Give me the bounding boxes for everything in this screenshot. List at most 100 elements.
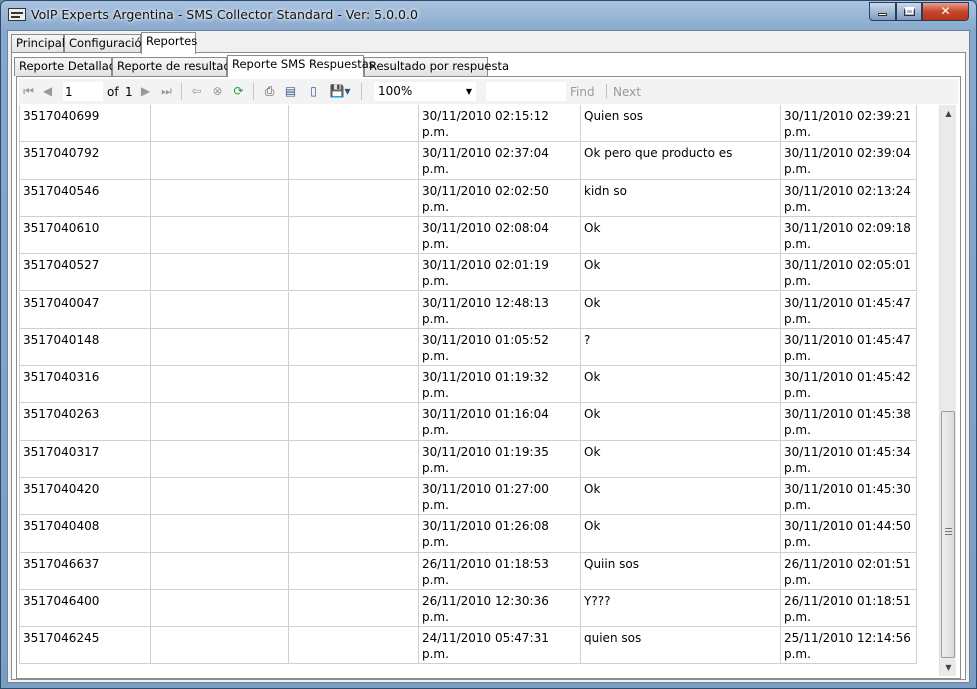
col3-cell bbox=[289, 291, 419, 328]
col3-cell bbox=[289, 478, 419, 515]
col3-cell bbox=[289, 515, 419, 552]
response-text-cell: ? bbox=[581, 328, 781, 366]
received-date-cell: 30/11/2010 02:39:04 p.m. bbox=[781, 142, 917, 179]
stop-icon[interactable]: ⊗ bbox=[210, 84, 225, 99]
tab-reporte-detallado[interactable]: Reporte Detallado bbox=[14, 57, 123, 76]
col2-cell bbox=[151, 216, 289, 254]
title-bar[interactable]: VoIP Experts Argentina - SMS Collector S… bbox=[1, 1, 976, 29]
minimize-button[interactable] bbox=[869, 2, 896, 21]
col2-cell bbox=[151, 440, 289, 477]
scroll-down-icon[interactable]: ▼ bbox=[940, 659, 957, 676]
back-icon[interactable]: ⇦ bbox=[189, 84, 204, 99]
phone-cell: 3517046637 bbox=[19, 552, 151, 589]
export-icon[interactable]: 💾▾ bbox=[329, 84, 351, 99]
tab-label: Reporte Detallado bbox=[19, 59, 124, 73]
received-date-cell: 26/11/2010 01:18:51 p.m. bbox=[781, 589, 917, 627]
table-row: 3517040263 30/11/2010 01:16:04 p.m. Ok 30/1… bbox=[19, 403, 917, 441]
table-row: 3517040610 30/11/2010 02:08:04 p.m. Ok 30/1… bbox=[19, 216, 917, 255]
client-area: Principal Configuración Reportes Reporte… bbox=[7, 30, 970, 683]
toolbar-separator bbox=[361, 83, 362, 100]
table-row: 3517040420 30/11/2010 01:27:00 p.m. Ok 30/1… bbox=[19, 478, 917, 516]
tab-label: Principal bbox=[16, 36, 66, 50]
response-text-cell: Ok bbox=[581, 216, 781, 254]
tab-label: Reporte de resultados bbox=[117, 59, 244, 73]
sent-date-cell: 30/11/2010 02:08:04 p.m. bbox=[419, 216, 581, 254]
find-input[interactable] bbox=[486, 82, 566, 101]
phone-cell: 3517040316 bbox=[19, 366, 151, 403]
col3-cell bbox=[289, 627, 419, 664]
last-page-icon[interactable]: ⏭ bbox=[159, 84, 174, 99]
sent-date-cell: 30/11/2010 12:48:13 p.m. bbox=[419, 291, 581, 328]
table-row: 3517046245 24/11/2010 05:47:31 p.m. quien … bbox=[19, 627, 917, 665]
phone-cell: 3517040792 bbox=[19, 142, 151, 179]
scroll-up-icon[interactable]: ▲ bbox=[940, 105, 957, 122]
next-page-icon[interactable]: ▶ bbox=[138, 84, 153, 99]
response-text-cell: kidn so bbox=[581, 179, 781, 216]
sent-date-cell: 30/11/2010 01:27:00 p.m. bbox=[419, 478, 581, 515]
table-row: 3517040792 30/11/2010 02:37:04 p.m. Ok per… bbox=[19, 142, 917, 180]
close-icon: ✕ bbox=[940, 4, 951, 18]
col2-cell bbox=[151, 627, 289, 664]
reportes-panel: Reporte Detallado Reporte de resultados … bbox=[11, 52, 966, 680]
col2-cell bbox=[151, 478, 289, 515]
page-number-input[interactable] bbox=[63, 82, 103, 101]
received-date-cell: 30/11/2010 01:45:34 p.m. bbox=[781, 440, 917, 477]
tab-principal[interactable]: Principal bbox=[11, 34, 66, 53]
sent-date-cell: 30/11/2010 01:05:52 p.m. bbox=[419, 328, 581, 366]
phone-cell: 3517040527 bbox=[19, 254, 151, 291]
tab-resultado-por-respuesta[interactable]: Resultado por respuesta bbox=[364, 57, 509, 76]
sent-date-cell: 30/11/2010 02:37:04 p.m. bbox=[419, 142, 581, 179]
response-text-cell: Ok bbox=[581, 291, 781, 328]
tab-configuracion[interactable]: Configuración bbox=[64, 34, 149, 53]
find-button[interactable]: Find bbox=[570, 85, 595, 99]
received-date-cell: 26/11/2010 02:01:51 p.m. bbox=[781, 552, 917, 589]
page-setup-icon[interactable]: ▯ bbox=[306, 84, 321, 99]
previous-page-icon[interactable]: ◀ bbox=[40, 84, 55, 99]
sent-date-cell: 26/11/2010 01:18:53 p.m. bbox=[419, 552, 581, 589]
find-next-button[interactable]: Next bbox=[613, 85, 641, 99]
received-date-cell: 30/11/2010 01:45:47 p.m. bbox=[781, 291, 917, 328]
col2-cell bbox=[151, 254, 289, 291]
received-date-cell: 30/11/2010 01:45:42 p.m. bbox=[781, 366, 917, 403]
response-text-cell: Quien sos bbox=[581, 105, 781, 142]
response-text-cell: Quiin sos bbox=[581, 552, 781, 589]
page-count: 1 bbox=[125, 85, 133, 99]
toolbar-separator bbox=[606, 84, 607, 98]
col2-cell bbox=[151, 403, 289, 440]
received-date-cell: 30/11/2010 02:09:18 p.m. bbox=[781, 216, 917, 254]
scrollbar-thumb[interactable] bbox=[941, 411, 955, 658]
window-title: VoIP Experts Argentina - SMS Collector S… bbox=[31, 7, 418, 22]
received-date-cell: 30/11/2010 02:05:01 p.m. bbox=[781, 254, 917, 291]
refresh-icon[interactable]: ⟳ bbox=[231, 84, 246, 99]
response-text-cell: Ok bbox=[581, 366, 781, 403]
col2-cell bbox=[151, 142, 289, 179]
col3-cell bbox=[289, 366, 419, 403]
phone-cell: 3517040408 bbox=[19, 515, 151, 552]
phone-cell: 3517040047 bbox=[19, 291, 151, 328]
phone-cell: 3517046245 bbox=[19, 627, 151, 664]
tab-reportes[interactable]: Reportes bbox=[141, 32, 197, 54]
phone-cell: 3517040317 bbox=[19, 440, 151, 477]
received-date-cell: 30/11/2010 01:45:30 p.m. bbox=[781, 478, 917, 515]
tab-reporte-sms-respuestas[interactable]: Reporte SMS Respuestas bbox=[227, 55, 375, 77]
first-page-icon[interactable]: ⏮ bbox=[21, 84, 36, 99]
col3-cell bbox=[289, 589, 419, 627]
col2-cell bbox=[151, 515, 289, 552]
col3-cell bbox=[289, 216, 419, 254]
maximize-button[interactable] bbox=[896, 2, 922, 21]
col2-cell bbox=[151, 552, 289, 589]
zoom-dropdown[interactable]: 100% ▼ bbox=[374, 82, 476, 101]
col2-cell bbox=[151, 179, 289, 216]
tab-reporte-resultados[interactable]: Reporte de resultados bbox=[112, 57, 244, 76]
app-icon[interactable] bbox=[8, 8, 26, 21]
print-layout-icon[interactable]: ▤ bbox=[283, 84, 298, 99]
col3-cell bbox=[289, 440, 419, 477]
vertical-scrollbar[interactable]: ▲ ▼ bbox=[939, 105, 956, 676]
close-button[interactable]: ✕ bbox=[922, 2, 969, 21]
app-window: VoIP Experts Argentina - SMS Collector S… bbox=[0, 0, 977, 689]
sent-date-cell: 30/11/2010 01:19:35 p.m. bbox=[419, 440, 581, 477]
received-date-cell: 30/11/2010 01:45:38 p.m. bbox=[781, 403, 917, 440]
print-icon[interactable]: ⎙ bbox=[262, 84, 277, 99]
table-row: 3517040546 30/11/2010 02:02:50 p.m. kidn s… bbox=[19, 179, 917, 217]
col2-cell bbox=[151, 589, 289, 627]
